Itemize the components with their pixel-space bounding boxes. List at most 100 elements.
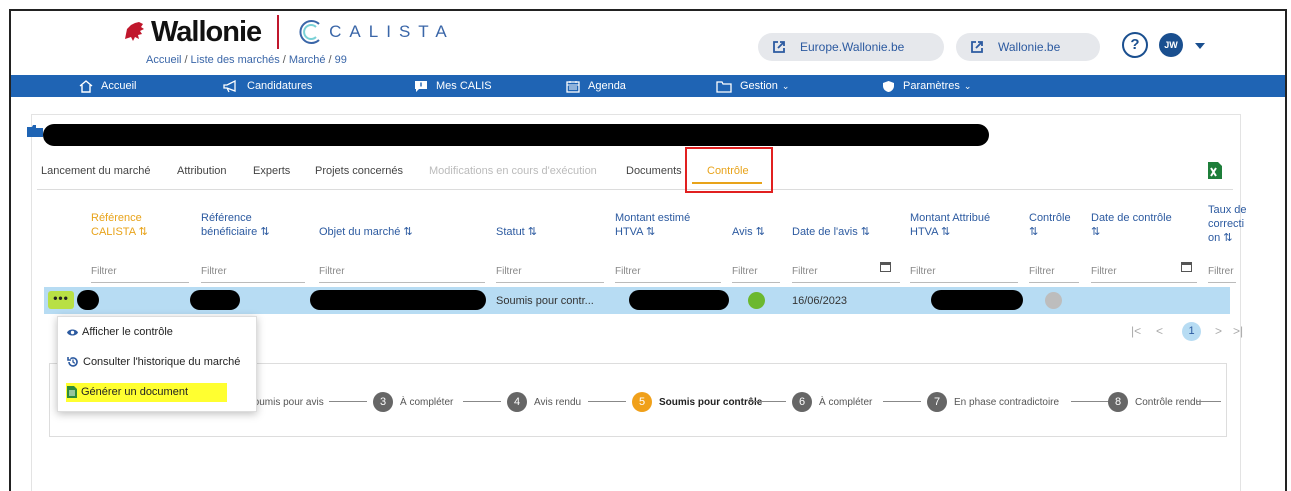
document-icon bbox=[67, 386, 77, 398]
col-ref-calista[interactable]: Référence CALISTA ⇅ bbox=[91, 211, 148, 239]
step-label: Contrôle rendu bbox=[1135, 396, 1202, 408]
next-page-button[interactable]: > bbox=[1215, 324, 1222, 338]
step-connector bbox=[883, 401, 921, 402]
col-ref-beneficiaire[interactable]: Référence bénéficiaire ⇅ bbox=[201, 211, 270, 239]
col-montant-attribue[interactable]: Montant Attribué HTVA ⇅ bbox=[910, 211, 990, 239]
nav-item-agenda[interactable]: Agenda bbox=[566, 75, 626, 97]
brand-name: Wallonie bbox=[151, 15, 262, 48]
redacted-ref-beneficiaire bbox=[190, 290, 240, 310]
nav-label: Agenda bbox=[588, 80, 626, 92]
step-8: 8 Contrôle rendu bbox=[1108, 392, 1201, 412]
redacted-montant-attribue bbox=[931, 290, 1023, 310]
col-taux-correction[interactable]: Taux de correcti on ⇅ bbox=[1208, 203, 1247, 245]
help-icon[interactable]: ? bbox=[1122, 32, 1148, 58]
col-controle[interactable]: Contrôle ⇅ bbox=[1029, 211, 1071, 239]
header: Wallonie CALISTA Accueil / Liste des march… bbox=[11, 11, 1285, 75]
step-7: 7 En phase contradictoire bbox=[927, 392, 1059, 412]
avis-status-dot bbox=[748, 292, 765, 309]
breadcrumb-accueil[interactable]: Accueil bbox=[146, 54, 181, 66]
avatar[interactable]: JW bbox=[1159, 33, 1183, 57]
step-2-label: Soumis pour avis bbox=[247, 397, 324, 408]
step-label: À compléter bbox=[819, 396, 873, 408]
rooster-icon bbox=[125, 22, 144, 41]
step-connector bbox=[748, 401, 786, 402]
step-label: À compléter bbox=[400, 396, 454, 408]
europe-wallonie-link[interactable]: Europe.Wallonie.be bbox=[758, 33, 944, 61]
filter-ref-calista[interactable]: Filtrer bbox=[91, 261, 189, 283]
nav-item-candidatures[interactable]: Candidatures bbox=[223, 75, 312, 97]
filter-montant-estime[interactable]: Filtrer bbox=[615, 261, 721, 283]
chevron-down-icon[interactable] bbox=[1195, 43, 1205, 49]
col-montant-estime[interactable]: Montant estimé HTVA ⇅ bbox=[615, 211, 690, 239]
tab-attribution[interactable]: Attribution bbox=[177, 165, 227, 177]
breadcrumb-id: 99 bbox=[334, 54, 347, 66]
col-statut[interactable]: Statut ⇅ bbox=[496, 225, 537, 239]
controle-status-dot bbox=[1045, 292, 1062, 309]
tab-modifications: Modifications en cours d'exécution bbox=[429, 165, 597, 177]
current-page[interactable]: 1 bbox=[1182, 322, 1201, 341]
step-3: 3 À compléter bbox=[373, 392, 453, 412]
calendar-icon[interactable] bbox=[1181, 261, 1192, 272]
wallonie-be-label: Wallonie.be bbox=[998, 40, 1061, 54]
home-icon bbox=[79, 79, 93, 93]
breadcrumb-liste[interactable]: Liste des marchés bbox=[191, 54, 280, 66]
shield-icon bbox=[883, 80, 894, 92]
first-page-button[interactable]: |< bbox=[1131, 324, 1141, 338]
col-avis[interactable]: Avis ⇅ bbox=[732, 225, 765, 239]
step-number: 6 bbox=[792, 392, 812, 412]
menu-afficher-controle[interactable]: Afficher le contrôle bbox=[67, 326, 173, 338]
filter-montant-attribue[interactable]: Filtrer bbox=[910, 261, 1018, 283]
nav-item-accueil[interactable]: Accueil bbox=[79, 75, 136, 97]
col-date-avis[interactable]: Date de l'avis ⇅ bbox=[792, 225, 870, 239]
eye-icon bbox=[67, 329, 78, 335]
cell-date-avis: 16/06/2023 bbox=[792, 295, 848, 307]
wallonie-be-link[interactable]: Wallonie.be bbox=[956, 33, 1100, 61]
tab-projets[interactable]: Projets concernés bbox=[315, 165, 403, 177]
breadcrumb-marche[interactable]: Marché bbox=[289, 54, 326, 66]
col-objet[interactable]: Objet du marché ⇅ bbox=[319, 225, 413, 239]
nav-label: Mes CALIS bbox=[436, 80, 492, 92]
folder-open-icon bbox=[27, 125, 43, 137]
wallonie-logo[interactable]: Wallonie CALISTA bbox=[121, 15, 455, 49]
calista-c-icon bbox=[299, 20, 320, 44]
filter-taux[interactable]: Filtrer bbox=[1208, 261, 1236, 283]
calista-logo: CALISTA bbox=[297, 18, 455, 46]
tab-experts[interactable]: Experts bbox=[253, 165, 290, 177]
step-6: 6 À compléter bbox=[792, 392, 872, 412]
external-link-icon bbox=[971, 41, 983, 53]
redacted-objet bbox=[310, 290, 486, 310]
nav-item-mes-calis[interactable]: Mes CALIS bbox=[414, 75, 492, 97]
filter-statut[interactable]: Filtrer bbox=[496, 261, 604, 283]
filter-avis[interactable]: Filtrer bbox=[732, 261, 780, 283]
step-number: 5 bbox=[632, 392, 652, 412]
filter-objet[interactable]: Filtrer bbox=[319, 261, 485, 283]
menu-generer-document[interactable]: Générer un document bbox=[67, 386, 188, 398]
chevron-down-icon: ⌄ bbox=[963, 80, 972, 91]
history-icon bbox=[67, 357, 78, 367]
tab-lancement[interactable]: Lancement du marché bbox=[41, 165, 150, 177]
europe-wallonie-label: Europe.Wallonie.be bbox=[800, 40, 905, 54]
nav-label: Accueil bbox=[101, 80, 137, 92]
tab-documents[interactable]: Documents bbox=[626, 165, 682, 177]
step-label: Avis rendu bbox=[534, 396, 582, 408]
calendar-icon bbox=[566, 80, 580, 93]
filter-ref-beneficiaire[interactable]: Filtrer bbox=[201, 261, 305, 283]
last-page-button[interactable]: >| bbox=[1233, 324, 1243, 338]
row-actions-button[interactable]: ••• bbox=[48, 291, 74, 309]
alert-message-icon bbox=[415, 80, 427, 92]
menu-historique[interactable]: Consulter l'historique du marché bbox=[67, 356, 240, 368]
nav-item-parametres[interactable]: Paramètres ⌄ bbox=[882, 75, 971, 97]
nav-item-gestion[interactable]: Gestion ⌄ bbox=[716, 75, 789, 97]
step-connector bbox=[463, 401, 501, 402]
step-connector bbox=[329, 401, 367, 402]
browser-frame: Wallonie CALISTA Accueil / Liste des march… bbox=[9, 9, 1287, 491]
nav-label: Gestion bbox=[740, 80, 778, 92]
col-date-controle[interactable]: Date de contrôle ⇅ bbox=[1091, 211, 1172, 239]
app-name: CALISTA bbox=[329, 22, 455, 41]
calendar-icon[interactable] bbox=[880, 261, 891, 272]
excel-export-icon[interactable] bbox=[1208, 162, 1222, 179]
prev-page-button[interactable]: < bbox=[1156, 324, 1163, 338]
step-connector bbox=[588, 401, 626, 402]
breadcrumb: Accueil / Liste des marchés / Marché/99 bbox=[146, 54, 347, 66]
filter-controle[interactable]: Filtrer bbox=[1029, 261, 1079, 283]
